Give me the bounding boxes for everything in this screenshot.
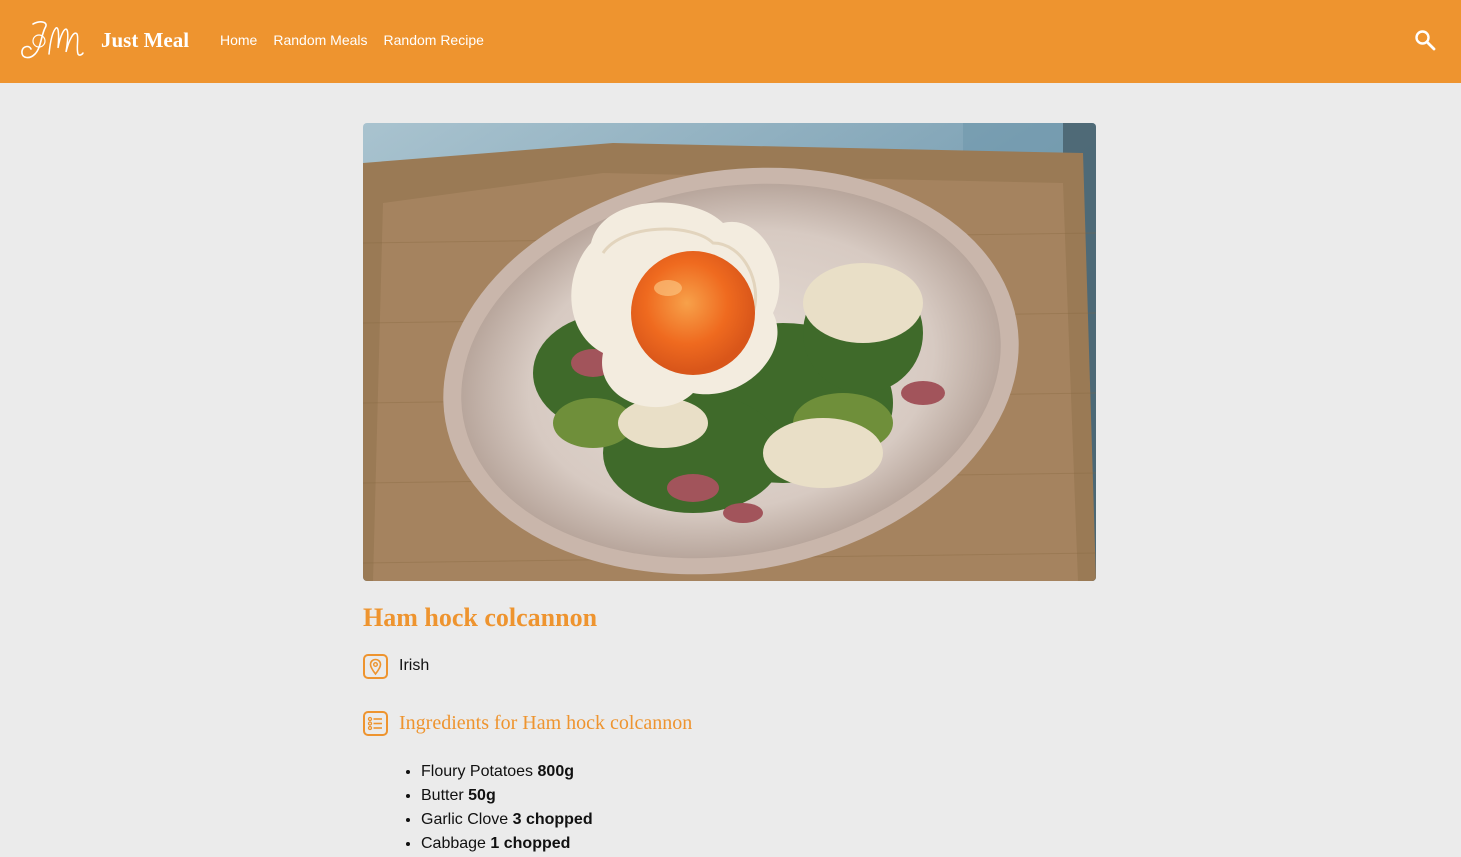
meal-image [363,123,1096,581]
nav-random-recipe[interactable]: Random Recipe [384,31,484,49]
list-item: Butter 50g [421,784,1096,808]
list-item: Cabbage 1 chopped [421,832,1096,856]
top-navbar: JM Just Meal Home Random Meals Random Re… [0,0,1461,83]
ingredient-name: Garlic Clove [421,811,509,828]
ingredient-name: Floury Potatoes [421,763,534,780]
nav-home[interactable]: Home [220,31,257,49]
meal-title: Ham hock colcannon [363,603,598,632]
meal-area: Irish [363,653,1096,679]
logo[interactable]: JM [19,18,85,62]
nav-random-meals[interactable]: Random Meals [273,31,367,49]
ingredient-measure: 1 chopped [490,835,571,852]
ingredient-measure: 800g [537,763,574,780]
brand-name[interactable]: Just Meal [101,27,189,53]
ingredient-name: Butter [421,787,464,804]
main-nav: Home Random Meals Random Recipe [220,31,484,49]
list-item: Floury Potatoes 800g [421,760,1096,784]
area-label: Irish [399,657,430,674]
ingredients-list: Floury Potatoes 800g Butter 50g Garlic C… [363,760,1096,856]
meal-detail: Ham hock colcannon Irish Ingredients for… [363,123,1096,856]
ingredient-measure: 50g [468,787,496,804]
search-icon[interactable] [1413,28,1437,52]
ingredients-header: Ingredients for Ham hock colcannon [363,710,1096,736]
ingredient-name: Cabbage [421,835,486,852]
list-item: Garlic Clove 3 chopped [421,808,1096,832]
ingredient-measure: 3 chopped [512,811,593,828]
ingredients-title: Ingredients for Ham hock colcannon [399,711,693,734]
map-pin-icon [363,653,388,679]
list-icon [363,710,388,736]
